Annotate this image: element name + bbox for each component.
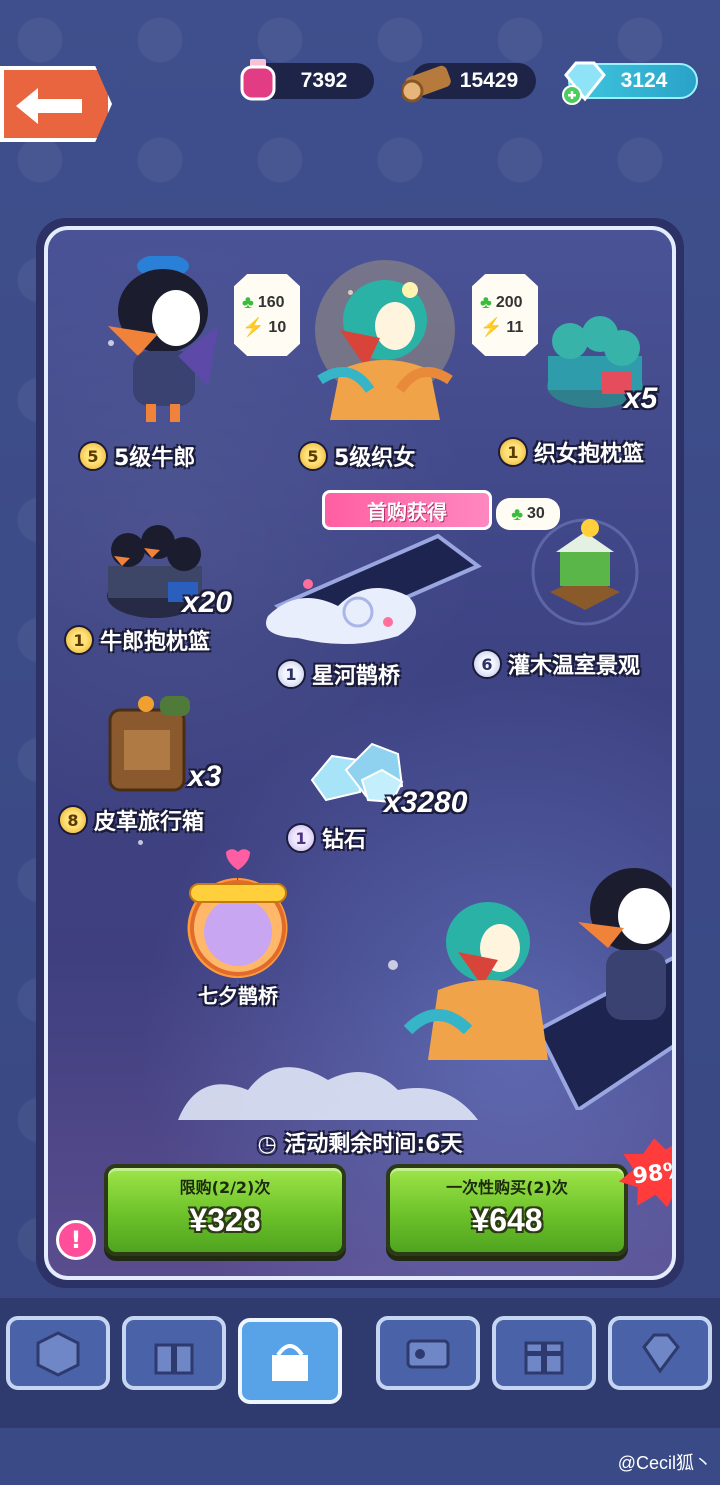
item-name: 5级织女 <box>334 446 416 471</box>
niulang-character[interactable] <box>98 254 228 426</box>
buy-648-button[interactable]: 一次性购买(2)次 ¥648 <box>386 1164 628 1256</box>
niulang-basket-label: 1 牛郎抱枕篮 <box>64 624 210 656</box>
tab-diamond[interactable] <box>608 1316 712 1390</box>
clover-icon: ♣ <box>242 292 254 312</box>
pack-content: 5 5级牛郎 ♣ 160 ⚡ 10 5 5级织女 ♣ 200 ⚡ 11 x5 1… <box>44 226 676 1280</box>
star-river-bridge[interactable] <box>238 526 488 656</box>
bolt-icon: ⚡ <box>480 317 503 337</box>
first-buy-banner: 首购获得 <box>322 490 492 530</box>
pack-panel: 5 5级牛郎 ♣ 160 ⚡ 10 5 5级织女 ♣ 200 ⚡ 11 x5 1… <box>36 218 684 1288</box>
level-badge: 1 <box>64 625 94 655</box>
clock-icon: ◷ <box>257 1132 285 1157</box>
bridge-icon <box>266 533 482 645</box>
suitcase-qty: x3 <box>188 760 222 793</box>
item-name: 织女抱枕篮 <box>534 442 645 467</box>
magpie-niulang-icon <box>108 254 218 422</box>
bolt-icon: ⚡ <box>242 317 265 337</box>
back-button[interactable] <box>0 66 112 142</box>
gift-pack-icon <box>154 1343 194 1375</box>
greenhouse-icon <box>531 518 639 626</box>
greenhouse-decoration[interactable] <box>530 512 640 632</box>
level-badge: 8 <box>58 805 88 835</box>
zhinv-basket-qty: x5 <box>624 382 658 415</box>
lock-level-badge: 1 <box>276 659 306 689</box>
niulang-basket-qty: x20 <box>182 586 233 619</box>
wood-log-icon <box>402 65 451 103</box>
diamond-qty: x3280 <box>384 786 468 819</box>
clover-value: 200 <box>495 293 523 311</box>
ink-amount: 7392 <box>300 69 348 92</box>
diamond-label: 1 钻石 <box>286 822 366 854</box>
gem-counter[interactable]: 3124 <box>562 61 698 105</box>
back-arrow-icon <box>16 88 82 124</box>
level-badge: 5 <box>298 441 328 471</box>
tab-pass[interactable] <box>376 1316 480 1390</box>
diamond-tab-icon <box>642 1333 680 1374</box>
gem-amount: 3124 <box>620 69 668 92</box>
level-badge: 5 <box>78 441 108 471</box>
wood-counter: 15429 <box>402 63 536 103</box>
clover-icon: ♣ <box>480 292 492 312</box>
tab-gift-box[interactable] <box>6 1316 110 1390</box>
buy-328-button[interactable]: 限购(2/2)次 ¥328 <box>104 1164 346 1256</box>
item-name: 灌木温室景观 <box>508 654 641 679</box>
bottom-strip <box>0 1428 720 1485</box>
level-badge: 1 <box>498 437 528 467</box>
zhinv-basket-label: 1 织女抱枕篮 <box>498 436 644 468</box>
leather-suitcase[interactable] <box>100 690 200 800</box>
suitcase-icon <box>108 696 190 792</box>
zhinv-stat-card: ♣ 200 ⚡ 11 <box>472 274 538 356</box>
greenhouse-label: 6 灌木温室景观 <box>472 648 640 680</box>
cube-gift-icon <box>36 1331 80 1377</box>
item-name: 5级牛郎 <box>114 446 196 471</box>
niulang-stat-card: ♣ 160 ⚡ 10 <box>234 274 300 356</box>
price: ¥648 <box>471 1202 543 1238</box>
niulang-label: 5 5级牛郎 <box>78 440 195 472</box>
tab-present[interactable] <box>492 1316 596 1390</box>
shop-tab-bar <box>0 1298 720 1428</box>
tab-event-pack[interactable] <box>238 1318 342 1404</box>
item-name: 牛郎抱枕篮 <box>100 630 211 655</box>
qixi-bridge-label: 七夕鹊桥 <box>198 980 278 1009</box>
purchase-limit: 限购(2/2)次 <box>179 1178 271 1197</box>
timer-text: 活动剩余时间:6天 <box>284 1132 463 1157</box>
watermark: @Cecil狐丶 <box>617 1453 712 1473</box>
zhinv-label: 5 5级织女 <box>298 440 415 472</box>
clover-icon: ♣ <box>511 503 523 524</box>
power-value: 11 <box>506 318 524 336</box>
ticket-icon <box>406 1339 450 1369</box>
tab-gift-pack[interactable] <box>122 1316 226 1390</box>
event-gift-icon <box>272 1344 308 1381</box>
zhinv-character[interactable] <box>300 260 470 430</box>
item-name: 钻石 <box>322 828 367 853</box>
magpie-zhinv-icon <box>315 260 455 420</box>
item-name: 皮革旅行箱 <box>94 810 205 835</box>
wood-amount: 15429 <box>459 69 519 92</box>
ink-bottle-icon <box>240 59 276 101</box>
present-icon <box>524 1341 564 1375</box>
price: ¥328 <box>189 1202 261 1238</box>
gem-icon <box>562 61 606 105</box>
item-name: 星河鹊桥 <box>312 664 401 689</box>
event-timer: ◷ 活动剩余时间:6天 <box>48 1126 672 1158</box>
suitcase-label: 8 皮革旅行箱 <box>58 804 204 836</box>
lock-level-badge: 6 <box>472 649 502 679</box>
bridge-label: 1 星河鹊桥 <box>276 658 400 690</box>
power-value: 10 <box>268 318 287 336</box>
clover-value: 160 <box>257 293 285 311</box>
item-name: 七夕鹊桥 <box>198 984 278 1008</box>
cloud-decoration <box>178 1067 478 1120</box>
purchase-limit: 一次性购买(2)次 <box>446 1178 568 1197</box>
ink-counter: 7392 <box>240 59 374 101</box>
info-button[interactable]: ! <box>56 1220 96 1260</box>
